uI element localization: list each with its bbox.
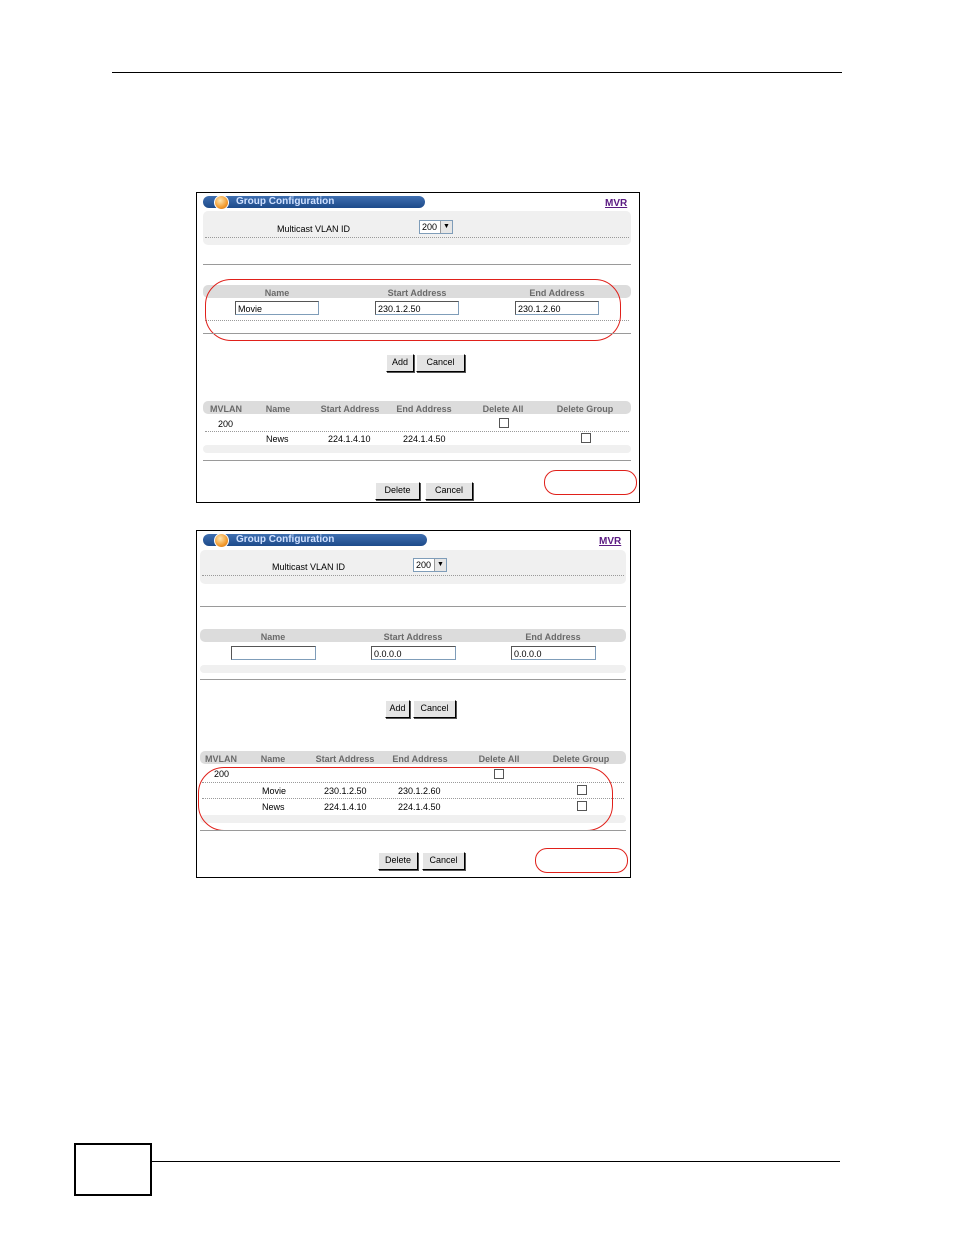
cancel-delete-button[interactable]: Cancel <box>425 482 473 500</box>
multicast-vlan-id-select[interactable]: 200 ▼ <box>413 558 447 572</box>
row-end: 224.1.4.50 <box>403 434 446 444</box>
end-address-input[interactable]: 0.0.0.0 <box>511 646 596 660</box>
form-header-start: Start Address <box>383 632 443 642</box>
orb-icon <box>214 533 229 548</box>
form-header-name: Name <box>260 632 286 642</box>
panel-title-bar: Group Configuration <box>203 533 427 548</box>
multicast-vlan-id-label: Multicast VLAN ID <box>277 224 351 234</box>
col-name: Name <box>265 404 291 414</box>
col-start-address: Start Address <box>320 404 380 414</box>
panel-title: Group Configuration <box>236 534 335 545</box>
highlight-oval <box>198 767 613 831</box>
highlight-oval <box>535 848 628 873</box>
delete-button[interactable]: Delete <box>378 852 418 870</box>
col-delete-all: Delete All <box>482 404 524 414</box>
col-delete-group: Delete Group <box>552 754 610 764</box>
group-configuration-panel-after: Group Configuration MVR Multicast VLAN I… <box>196 530 631 878</box>
add-button[interactable]: Add <box>385 700 410 718</box>
divider <box>202 575 624 576</box>
delete-button[interactable]: Delete <box>375 482 420 500</box>
separator <box>200 679 626 680</box>
add-button[interactable]: Add <box>386 354 414 372</box>
multicast-vlan-id-select[interactable]: 200 ▼ <box>419 220 453 234</box>
separator <box>203 460 631 461</box>
col-mvlan: MVLAN <box>205 754 237 764</box>
header-rule <box>112 72 842 73</box>
col-end-address: End Address <box>392 754 448 764</box>
dropdown-arrow-icon: ▼ <box>440 221 452 233</box>
dropdown-arrow-icon: ▼ <box>434 559 446 571</box>
col-end-address: End Address <box>396 404 452 414</box>
row-name: News <box>266 434 289 444</box>
panel-title-bar: Group Configuration <box>203 195 425 210</box>
delete-all-checkbox[interactable] <box>499 418 509 428</box>
mvr-link[interactable]: MVR <box>605 198 627 209</box>
highlight-oval <box>544 470 637 495</box>
panel-title: Group Configuration <box>236 196 335 207</box>
cancel-button[interactable]: Cancel <box>416 354 465 372</box>
col-name: Name <box>260 754 286 764</box>
vlan-band <box>203 211 631 245</box>
start-address-input[interactable]: 0.0.0.0 <box>371 646 456 660</box>
cancel-button[interactable]: Cancel <box>413 700 456 718</box>
page-number-box <box>74 1143 152 1196</box>
form-header-end: End Address <box>525 632 581 642</box>
separator <box>203 333 631 334</box>
divider <box>205 431 629 432</box>
separator <box>203 264 631 265</box>
multicast-vlan-id-label: Multicast VLAN ID <box>272 562 346 572</box>
row-start: 224.1.4.10 <box>328 434 371 444</box>
col-delete-group: Delete Group <box>556 404 614 414</box>
col-delete-all: Delete All <box>478 754 520 764</box>
footer-rule <box>150 1161 840 1162</box>
name-input[interactable] <box>231 646 316 660</box>
mvr-link[interactable]: MVR <box>599 536 621 547</box>
vlan-select-value: 200 <box>416 560 432 570</box>
form-footer-band <box>200 665 626 673</box>
delete-group-checkbox[interactable] <box>581 433 591 443</box>
group-configuration-panel-before: Group Configuration MVR Multicast VLAN I… <box>196 192 640 503</box>
separator <box>200 830 626 831</box>
highlight-oval <box>205 279 621 341</box>
divider <box>205 237 629 238</box>
separator <box>200 606 626 607</box>
table-footer-band <box>203 445 631 453</box>
orb-icon <box>214 195 229 210</box>
mvlan-value: 200 <box>218 419 234 429</box>
vlan-select-value: 200 <box>422 222 438 232</box>
col-start-address: Start Address <box>315 754 375 764</box>
cancel-delete-button[interactable]: Cancel <box>422 852 465 870</box>
col-mvlan: MVLAN <box>210 404 242 414</box>
